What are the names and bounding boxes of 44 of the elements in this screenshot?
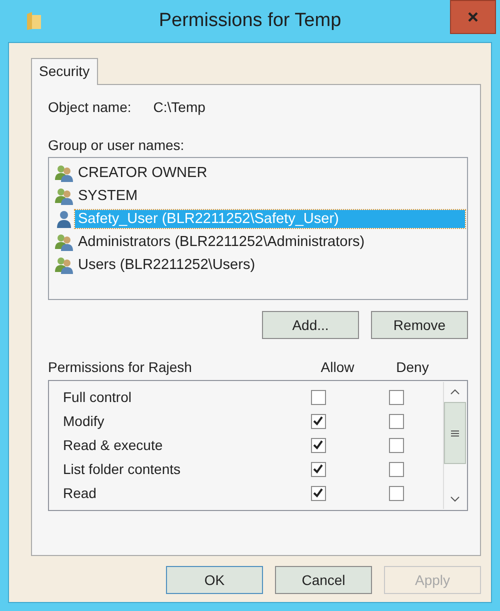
checkbox[interactable] <box>310 414 326 428</box>
user-list-item[interactable]: CREATOR OWNER <box>75 164 210 182</box>
scroll-up-icon <box>450 389 460 395</box>
user-list-item[interactable]: Users (BLR2211252\Users) <box>75 256 258 274</box>
checkbox[interactable] <box>310 390 326 404</box>
object-name-value: C:\Temp <box>153 99 206 115</box>
permission-name: Modify <box>63 413 106 429</box>
permission-name: Read <box>63 485 98 501</box>
column-header: Allow <box>320 359 356 375</box>
dialog-button[interactable]: Remove <box>371 311 468 339</box>
permission-name: List folder contents <box>63 461 182 477</box>
users-icon <box>55 232 73 250</box>
users-icon <box>55 256 73 274</box>
checkbox[interactable] <box>310 462 326 476</box>
checkbox[interactable] <box>310 438 326 452</box>
users-icon <box>55 186 73 204</box>
checkbox[interactable] <box>310 486 326 500</box>
dialog-button[interactable]: OK <box>166 566 263 594</box>
column-header: Deny <box>395 359 430 375</box>
field-label: Object name: <box>48 99 132 115</box>
field-label: Permissions for Rajesh <box>48 359 193 375</box>
scrollbar-thumb[interactable] <box>444 402 466 464</box>
close-button[interactable] <box>450 0 496 34</box>
folder-icon <box>26 11 42 31</box>
dialog-button[interactable]: Cancel <box>275 566 372 594</box>
checkbox[interactable] <box>388 390 404 404</box>
permission-name: Full control <box>63 389 132 405</box>
user-icon <box>55 210 73 228</box>
scrollbar[interactable] <box>443 382 466 509</box>
scroll-down-icon <box>450 496 460 502</box>
checkbox[interactable] <box>388 486 404 500</box>
user-list-item[interactable]: SYSTEM <box>75 186 141 204</box>
grip-icon <box>451 430 459 436</box>
user-list-item[interactable]: Administrators (BLR2211252\Administrators) <box>75 232 368 250</box>
checkbox[interactable] <box>388 438 404 452</box>
checkbox[interactable] <box>388 414 404 428</box>
field-label: Group or user names: <box>48 137 186 153</box>
checkbox[interactable] <box>388 462 404 476</box>
dialog-button[interactable]: Add... <box>262 311 359 339</box>
tab[interactable]: Security <box>31 58 98 85</box>
users-icon <box>55 164 73 182</box>
permission-name: Read & execute <box>63 437 164 453</box>
window-title: Permissions for Temp <box>158 10 342 32</box>
close-icon <box>468 12 478 22</box>
